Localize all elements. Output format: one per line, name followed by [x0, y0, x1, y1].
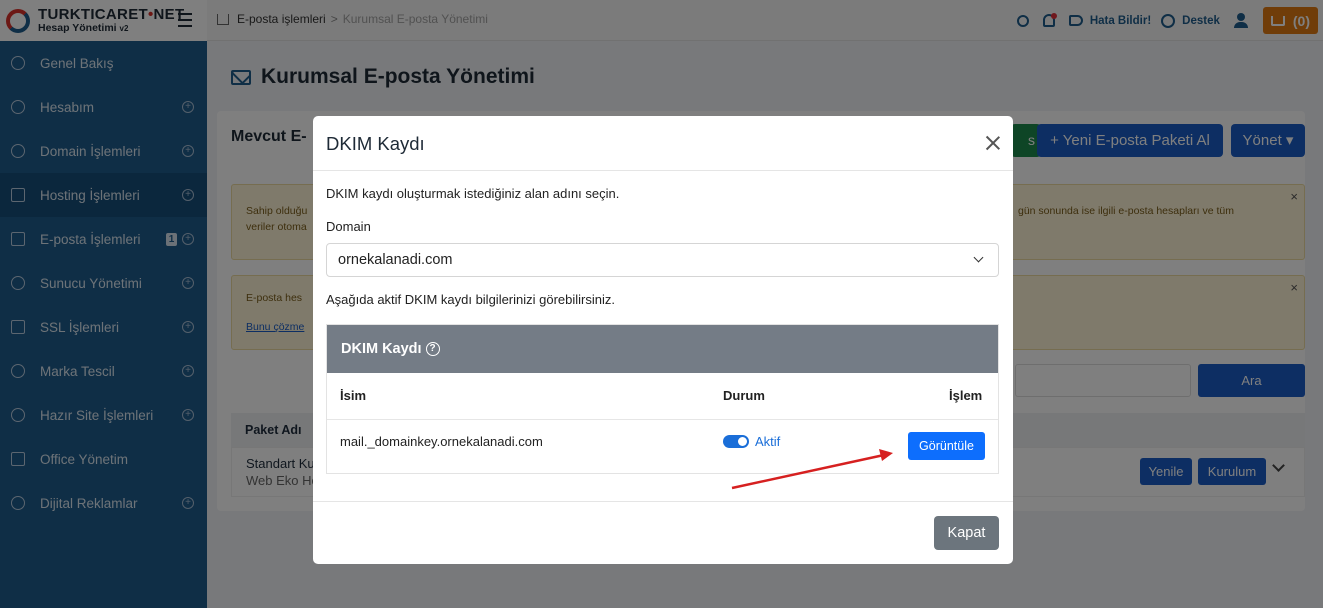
- arrow-line: [731, 453, 885, 490]
- arrow-head: [879, 449, 893, 461]
- annotation-arrow: [731, 449, 893, 490]
